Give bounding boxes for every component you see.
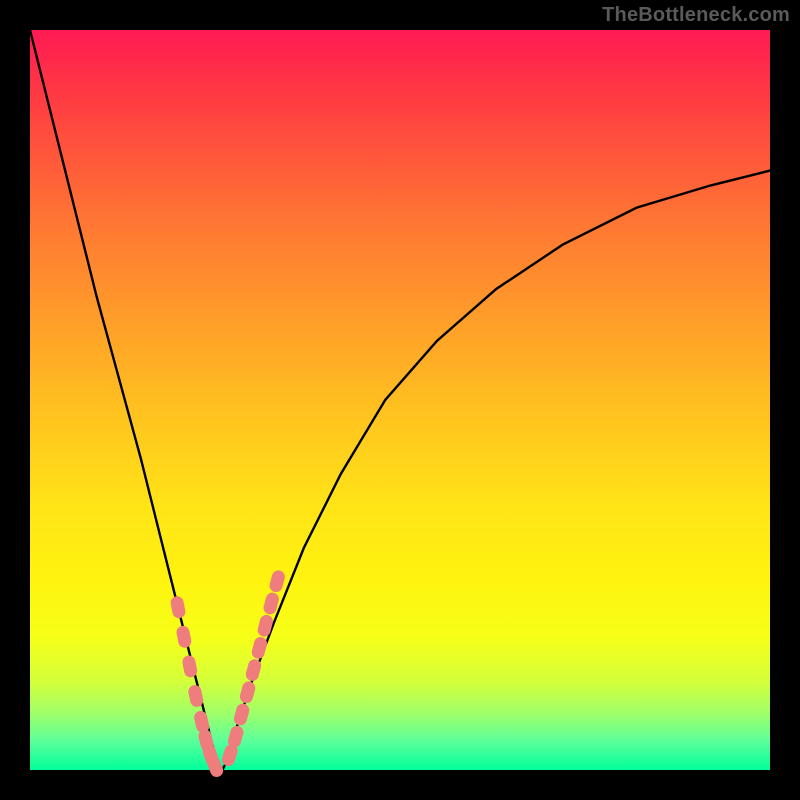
marker-bead (175, 625, 192, 649)
marker-bead (232, 702, 250, 727)
markers-left-branch (169, 595, 225, 779)
markers-right-branch (220, 569, 286, 768)
curve-svg (30, 30, 770, 770)
marker-bead (268, 569, 286, 594)
marker-bead (238, 680, 256, 705)
bottleneck-curve (30, 30, 770, 770)
marker-bead (169, 595, 186, 619)
marker-bead (181, 654, 198, 678)
marker-bead (250, 636, 268, 661)
plot-area (30, 30, 770, 770)
chart-frame: TheBottleneck.com (0, 0, 800, 800)
marker-bead (256, 613, 274, 638)
watermark-text: TheBottleneck.com (602, 4, 790, 27)
